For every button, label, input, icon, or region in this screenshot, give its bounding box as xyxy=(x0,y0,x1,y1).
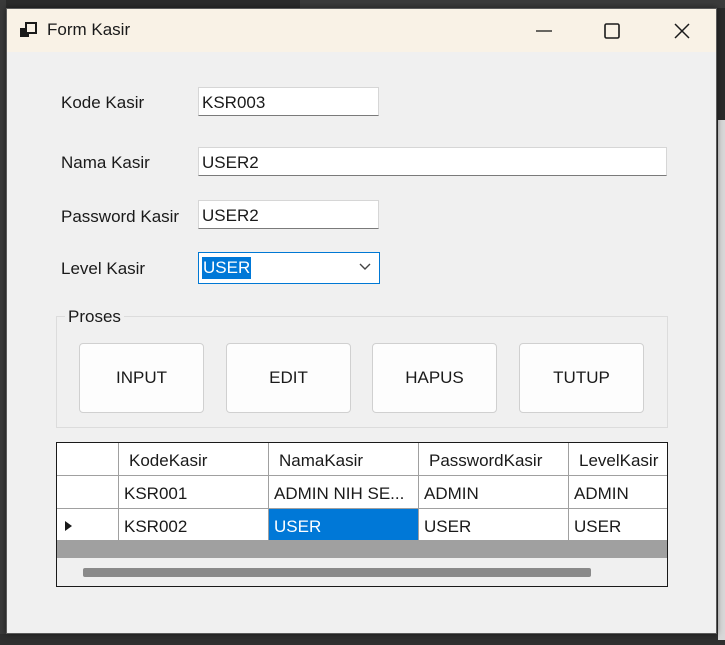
table-cell[interactable]: KSR002 xyxy=(119,509,269,541)
minimize-icon xyxy=(536,29,552,32)
kode-kasir-input[interactable]: KSR003 xyxy=(198,87,379,116)
chevron-down-icon[interactable] xyxy=(359,263,371,271)
level-kasir-value: USER xyxy=(202,257,252,279)
password-kasir-input[interactable]: USER2 xyxy=(198,200,379,229)
maximize-icon xyxy=(604,22,620,39)
table-cell[interactable]: ADMIN xyxy=(569,476,667,509)
input-button[interactable]: INPUT xyxy=(79,343,204,413)
form-kasir-window: Form Kasir Kode Kasir KSR003 Nama Kasir … xyxy=(6,8,717,634)
nama-kasir-input[interactable]: USER2 xyxy=(198,147,667,176)
column-header-levelkasir[interactable]: LevelKasir xyxy=(569,443,667,476)
level-kasir-label: Level Kasir xyxy=(61,259,146,278)
grid-empty-area xyxy=(57,541,667,558)
hapus-button[interactable]: HAPUS xyxy=(372,343,497,413)
edit-button[interactable]: EDIT xyxy=(226,343,351,413)
table-cell[interactable]: ADMIN xyxy=(419,476,569,509)
proses-group-caption: Proses xyxy=(65,307,124,327)
close-icon xyxy=(674,22,690,39)
kode-kasir-label: Kode Kasir xyxy=(61,93,145,112)
table-cell[interactable]: KSR001 xyxy=(119,476,269,509)
row-header-current[interactable] xyxy=(57,509,119,541)
app-icon xyxy=(20,22,37,37)
minimize-button[interactable] xyxy=(509,9,579,52)
column-header-passwordkasir[interactable]: PasswordKasir xyxy=(419,443,569,476)
horizontal-scrollbar[interactable] xyxy=(57,558,667,586)
level-kasir-select[interactable]: USER xyxy=(198,252,380,284)
close-button[interactable] xyxy=(647,9,717,52)
password-kasir-label: Password Kasir xyxy=(61,207,180,226)
row-header[interactable] xyxy=(57,476,119,509)
maximize-button[interactable] xyxy=(577,9,647,52)
window-title: Form Kasir xyxy=(47,20,131,39)
table-cell[interactable]: USER xyxy=(569,509,667,541)
table-cell-selected[interactable]: USER xyxy=(269,509,419,541)
row-header-corner[interactable] xyxy=(57,443,119,476)
column-header-namakasir[interactable]: NamaKasir xyxy=(269,443,419,476)
background-window-bottom xyxy=(0,634,725,645)
title-bar[interactable]: Form Kasir xyxy=(7,9,716,52)
tutup-button[interactable]: TUTUP xyxy=(519,343,644,413)
row-indicator-icon xyxy=(65,521,72,531)
table-cell[interactable]: USER xyxy=(419,509,569,541)
nama-kasir-label: Nama Kasir xyxy=(61,153,150,172)
background-window-right xyxy=(718,120,725,640)
kasir-data-grid[interactable]: KodeKasir NamaKasir PasswordKasir LevelK… xyxy=(56,442,668,587)
column-header-kodekasir[interactable]: KodeKasir xyxy=(119,443,269,476)
table-cell[interactable]: ADMIN NIH SE... xyxy=(269,476,419,509)
background-window-top xyxy=(300,0,725,8)
horizontal-scrollbar-thumb[interactable] xyxy=(83,568,591,577)
